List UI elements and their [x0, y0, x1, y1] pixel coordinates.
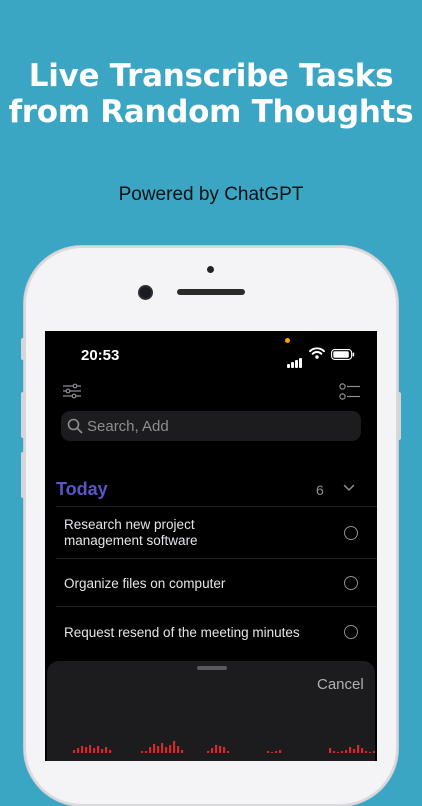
chevron-down-icon[interactable] — [343, 484, 355, 492]
task-title-line: Research new project — [64, 517, 195, 532]
task-title: Research new project management software — [64, 517, 344, 549]
waveform-bar — [169, 745, 172, 753]
waveform-bar — [279, 750, 282, 753]
audio-waveform — [73, 741, 375, 753]
status-time: 20:53 — [81, 347, 120, 364]
task-checkbox[interactable] — [344, 526, 358, 540]
section-title-today[interactable]: Today — [56, 479, 108, 500]
task-title-line: management software — [64, 533, 198, 548]
sliders-icon[interactable] — [62, 383, 82, 399]
phone-speaker — [177, 289, 245, 295]
waveform-bar — [333, 751, 336, 753]
divider — [56, 558, 377, 559]
task-title: Organize files on computer — [64, 576, 226, 591]
waveform-bar — [173, 741, 176, 753]
waveform-bar — [207, 751, 210, 753]
battery-icon — [331, 349, 355, 360]
waveform-bar — [109, 750, 112, 753]
waveform-bar — [349, 747, 352, 753]
voice-input-sheet: Cancel — [47, 661, 375, 761]
phone-volume-up — [21, 392, 25, 438]
waveform-bar — [271, 752, 274, 753]
search-icon — [67, 418, 83, 434]
promo-headline: Live Transcribe Tasks from Random Though… — [0, 58, 422, 130]
checklist-icon[interactable] — [339, 383, 361, 401]
waveform-bar — [181, 750, 184, 753]
waveform-bar — [89, 745, 92, 753]
promo-subline: Powered by ChatGPT — [118, 184, 304, 205]
waveform-bar — [215, 745, 218, 753]
search-bar[interactable] — [61, 411, 361, 441]
waveform-bar — [345, 750, 348, 753]
divider — [56, 606, 377, 607]
phone-side-button — [21, 338, 25, 360]
waveform-bar — [149, 747, 152, 753]
cellular-signal-icon — [287, 350, 303, 368]
search-input[interactable] — [87, 411, 347, 441]
waveform-bar — [223, 747, 226, 753]
waveform-bar — [85, 747, 88, 753]
waveform-bar — [73, 750, 76, 753]
waveform-bar — [369, 752, 372, 753]
phone-volume-down — [21, 452, 25, 498]
sheet-grabber[interactable] — [197, 666, 227, 670]
waveform-bar — [93, 748, 96, 753]
waveform-bar — [373, 751, 375, 753]
phone-power-button — [397, 392, 401, 440]
privacy-indicator-dot — [285, 338, 290, 343]
waveform-bar — [365, 751, 368, 753]
waveform-bar — [275, 751, 278, 753]
headline-line-1: Live Transcribe Tasks — [28, 58, 394, 94]
wifi-icon — [309, 347, 325, 359]
waveform-bar — [337, 752, 340, 753]
divider — [56, 506, 377, 507]
phone-sensor — [207, 266, 214, 273]
waveform-bar — [77, 748, 80, 753]
waveform-bar — [165, 747, 168, 753]
task-checkbox[interactable] — [344, 625, 358, 639]
waveform-bar — [267, 751, 270, 753]
headline-line-2: from Random Thoughts — [8, 94, 414, 130]
waveform-bar — [357, 745, 360, 753]
phone-camera — [140, 287, 151, 298]
waveform-bar — [361, 748, 364, 753]
waveform-bar — [329, 748, 332, 753]
task-checkbox[interactable] — [344, 576, 358, 590]
waveform-bar — [141, 751, 144, 753]
task-title: Request resend of the meeting minutes — [64, 625, 300, 640]
waveform-bar — [341, 751, 344, 753]
waveform-bar — [145, 751, 148, 753]
cancel-button[interactable]: Cancel — [317, 676, 364, 693]
section-task-count: 6 — [316, 482, 324, 498]
waveform-bar — [227, 751, 230, 753]
waveform-bar — [211, 748, 214, 753]
waveform-bar — [105, 747, 108, 753]
app-screen: 20:53 Today 6 — [45, 331, 377, 761]
waveform-bar — [153, 744, 156, 753]
waveform-bar — [161, 743, 164, 753]
